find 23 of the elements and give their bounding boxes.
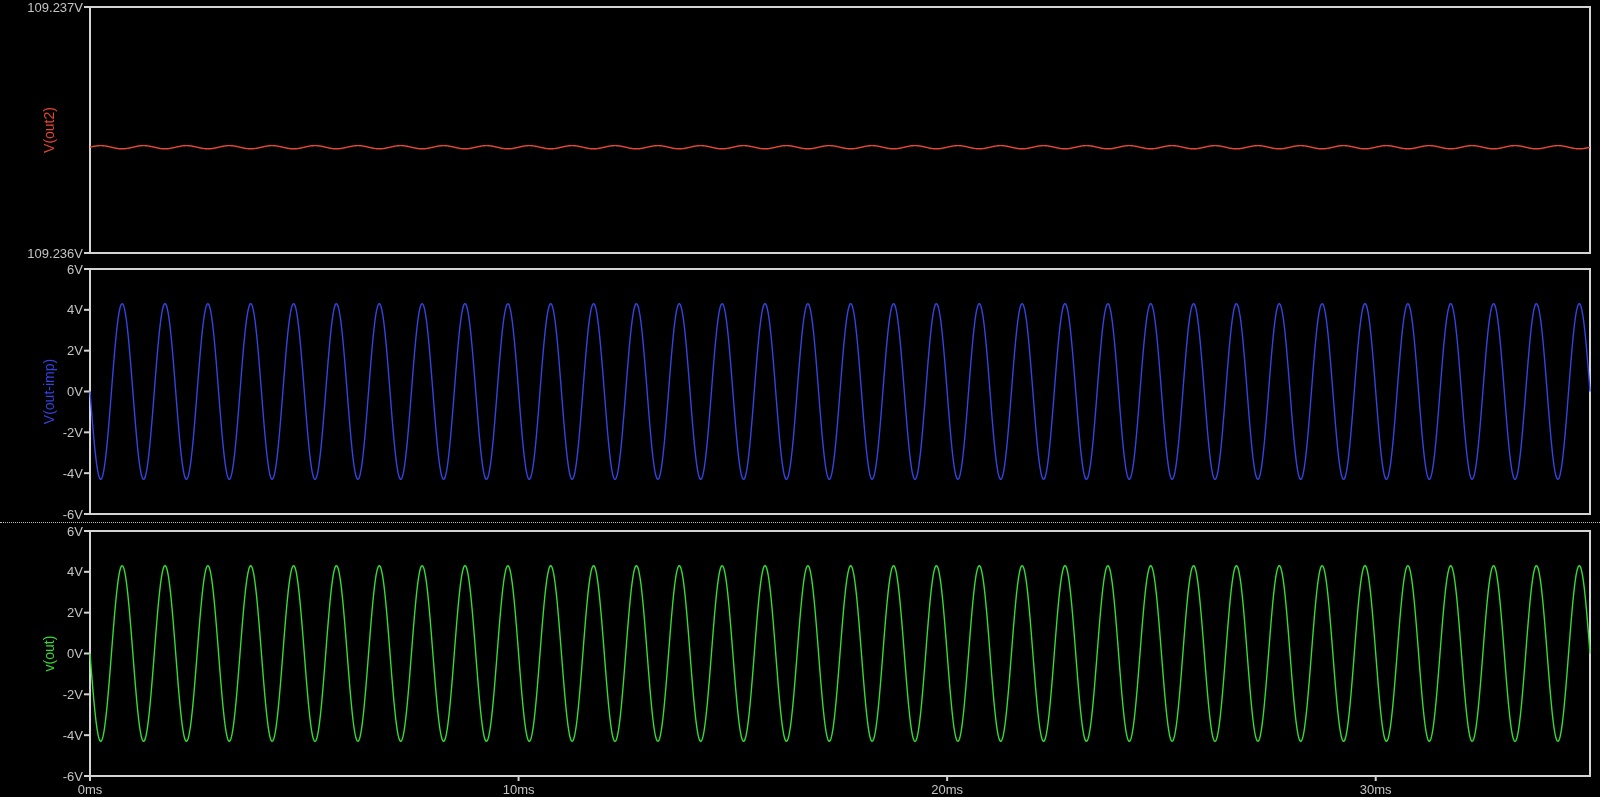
tick-label: 2V	[67, 605, 83, 621]
tick-label: -4V	[62, 727, 83, 743]
tick-label: 0ms	[77, 782, 103, 797]
tick-label: -6V	[62, 768, 83, 784]
trace-label[interactable]: V(out-imp)	[41, 358, 57, 425]
tick-label: -2V	[62, 424, 83, 440]
tick-label: 6V	[67, 261, 83, 277]
tick-label: -4V	[62, 465, 83, 481]
tick-label: 0V	[67, 646, 83, 661]
tick-label: 10ms	[502, 782, 535, 797]
tick-label: 30ms	[1359, 782, 1392, 797]
trace-label[interactable]: V(out2)	[41, 107, 57, 153]
tick-label: 4V	[67, 564, 83, 580]
tick-label: 6V	[67, 525, 83, 539]
tick-label: -2V	[62, 686, 83, 702]
tick-label: 109.236V	[27, 245, 83, 260]
tick-label: 4V	[67, 302, 83, 318]
tick-label: 20ms	[931, 782, 964, 797]
tick-label: 2V	[67, 343, 83, 359]
tick-label: -6V	[62, 506, 83, 520]
trace-label[interactable]: v(out)	[41, 635, 57, 672]
tick-label: 109.237V	[27, 0, 83, 15]
tick-label: 0V	[67, 384, 83, 399]
